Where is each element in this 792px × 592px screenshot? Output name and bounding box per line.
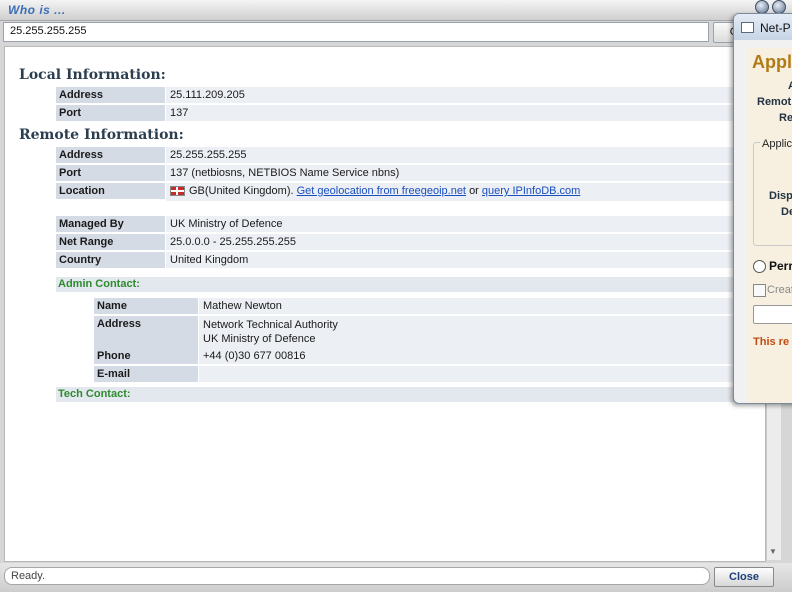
address-bar[interactable]	[3, 22, 709, 42]
field-label: Port	[56, 165, 165, 181]
dialog-group-label: Applica	[760, 138, 792, 150]
minimize-orb-icon[interactable]	[755, 0, 769, 14]
checkbox-label: Creat	[767, 284, 792, 296]
admin-contact-heading: Admin Contact:	[56, 277, 765, 292]
close-button[interactable]: Close	[714, 567, 774, 587]
address-line: UK Ministry of Defence	[203, 333, 316, 345]
permission-radio[interactable]	[753, 260, 766, 273]
net-dialog: Net-P Appli A Remot Re Applica Disp De P…	[733, 13, 792, 404]
field-label: E-mail	[94, 366, 198, 382]
field-label: Address	[56, 147, 165, 163]
field-label: Managed By	[56, 216, 165, 232]
dialog-warning: This re	[753, 336, 790, 348]
field-value: 137	[166, 105, 765, 121]
field-label: Country	[56, 252, 165, 268]
field-value: 25.111.209.205	[166, 87, 765, 103]
field-label: Port	[56, 105, 165, 121]
dialog-label: De	[781, 206, 792, 218]
dialog-input[interactable]	[753, 305, 792, 324]
freegeoip-link[interactable]: Get geolocation from freegeoip.net	[297, 185, 466, 197]
remote-info-title: Remote Information:	[19, 127, 184, 143]
field-label: Location	[56, 183, 165, 199]
location-country: GB(United Kingdom).	[189, 185, 294, 197]
title-bar: Who is ...	[0, 0, 792, 21]
tech-contact-heading: Tech Contact:	[56, 387, 765, 402]
or-text: or	[469, 185, 479, 197]
field-value: 137 (netbiosns, NETBIOS Name Service nbn…	[166, 165, 765, 181]
field-label: Name	[94, 298, 198, 314]
field-value: 25.0.0.0 - 25.255.255.255	[166, 234, 765, 250]
scroll-down-arrow-icon[interactable]: ▼	[769, 547, 777, 556]
ipinfodb-link[interactable]: query IPInfoDB.com	[482, 185, 580, 197]
address-input[interactable]	[4, 23, 700, 39]
radio-label: Perr	[769, 259, 792, 273]
address-line: Network Technical Authority	[203, 319, 338, 331]
field-label: Phone	[94, 348, 198, 364]
dialog-label: Remot	[757, 96, 792, 108]
field-value: 25.255.255.255	[166, 147, 765, 163]
dialog-title-bar: Net-P	[734, 14, 792, 40]
field-value: Network Technical Authority UK Ministry …	[199, 316, 765, 348]
field-value	[199, 366, 765, 382]
field-value: UK Ministry of Defence	[166, 216, 765, 232]
dialog-heading: Appli	[752, 52, 792, 72]
local-info-title: Local Information:	[19, 67, 166, 83]
location-value: GB(United Kingdom). Get geolocation from…	[166, 183, 765, 201]
field-value: +44 (0)30 677 00816	[199, 348, 765, 364]
field-label: Address	[94, 316, 198, 348]
dialog-label: Re	[779, 112, 792, 124]
dialog-label: A	[788, 80, 792, 92]
dialog-title: Net-P	[760, 21, 791, 35]
status-bar: Ready. Close	[0, 563, 792, 592]
status-text: Ready.	[4, 567, 710, 585]
field-label: Net Range	[56, 234, 165, 250]
uk-flag-icon	[170, 186, 185, 197]
window-title: Who is ...	[8, 3, 66, 17]
field-label: Address	[56, 87, 165, 103]
whois-content: Local Information: Address 25.111.209.20…	[4, 46, 766, 562]
close-orb-icon[interactable]	[772, 0, 786, 14]
create-checkbox[interactable]	[753, 284, 766, 297]
window-icon	[741, 22, 754, 33]
field-value: United Kingdom	[166, 252, 765, 268]
field-value: Mathew Newton	[199, 298, 765, 314]
dialog-label: Disp	[769, 190, 792, 202]
